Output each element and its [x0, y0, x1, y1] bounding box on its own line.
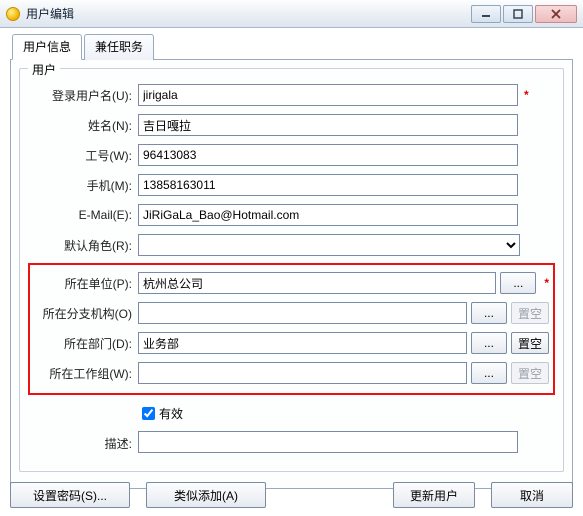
dept-browse-button[interactable]: ...	[471, 332, 507, 354]
unit-browse-button[interactable]: ...	[500, 272, 536, 294]
minimize-button[interactable]	[471, 5, 501, 23]
close-button[interactable]	[535, 5, 577, 23]
cancel-button[interactable]: 取消	[491, 482, 573, 508]
window-controls	[471, 5, 577, 23]
desc-textarea[interactable]	[138, 431, 518, 453]
titlebar: 用户编辑	[0, 0, 583, 28]
set-password-button[interactable]: 设置密码(S)...	[10, 482, 130, 508]
window-title: 用户编辑	[26, 5, 74, 22]
label-desc: 描述:	[28, 431, 138, 452]
label-dept: 所在部门(D):	[34, 335, 138, 352]
login-input[interactable]	[138, 84, 518, 106]
label-email: E-Mail(E):	[28, 208, 138, 222]
label-branch: 所在分支机构(O)	[34, 305, 138, 322]
label-mobile: 手机(M):	[28, 177, 138, 194]
tabs: 用户信息 兼任职务	[12, 34, 573, 60]
default-role-select[interactable]	[138, 234, 520, 256]
email-input[interactable]	[138, 204, 518, 226]
maximize-button[interactable]	[503, 5, 533, 23]
similar-add-button[interactable]: 类似添加(A)	[146, 482, 266, 508]
empno-input[interactable]	[138, 144, 518, 166]
update-user-button[interactable]: 更新用户	[393, 482, 475, 508]
dept-input[interactable]	[138, 332, 467, 354]
app-icon	[6, 7, 20, 21]
unit-input[interactable]	[138, 272, 496, 294]
tab-user-info[interactable]: 用户信息	[12, 34, 82, 60]
branch-browse-button[interactable]: ...	[471, 302, 507, 324]
branch-clear-button[interactable]: 置空	[511, 302, 549, 324]
group-title: 用户	[28, 61, 60, 78]
workgroup-clear-button[interactable]: 置空	[511, 362, 549, 384]
label-default-role: 默认角色(R):	[28, 237, 138, 254]
valid-checkbox[interactable]	[142, 407, 155, 420]
bottom-bar: 设置密码(S)... 类似添加(A) 更新用户 取消	[10, 482, 573, 508]
dept-clear-button[interactable]: 置空	[511, 332, 549, 354]
required-marker: *	[524, 88, 529, 102]
label-empno: 工号(W):	[28, 147, 138, 164]
tab-concurrent[interactable]: 兼任职务	[84, 34, 154, 60]
label-login: 登录用户名(U):	[28, 87, 138, 104]
name-input[interactable]	[138, 114, 518, 136]
group-user: 用户 登录用户名(U): * 姓名(N): 工号(W): 手机(M): E-Ma…	[19, 68, 564, 472]
label-name: 姓名(N):	[28, 117, 138, 134]
label-workgroup: 所在工作组(W):	[34, 365, 138, 382]
required-marker: *	[544, 276, 549, 290]
label-valid: 有效	[159, 405, 183, 422]
panel-user-info: 用户 登录用户名(U): * 姓名(N): 工号(W): 手机(M): E-Ma…	[10, 59, 573, 489]
workgroup-browse-button[interactable]: ...	[471, 362, 507, 384]
mobile-input[interactable]	[138, 174, 518, 196]
workgroup-input[interactable]	[138, 362, 467, 384]
org-highlight-box: 所在单位(P): ... * 所在分支机构(O) ... 置空 所在部门(D):…	[28, 263, 555, 395]
label-unit: 所在单位(P):	[34, 275, 138, 292]
branch-input[interactable]	[138, 302, 467, 324]
